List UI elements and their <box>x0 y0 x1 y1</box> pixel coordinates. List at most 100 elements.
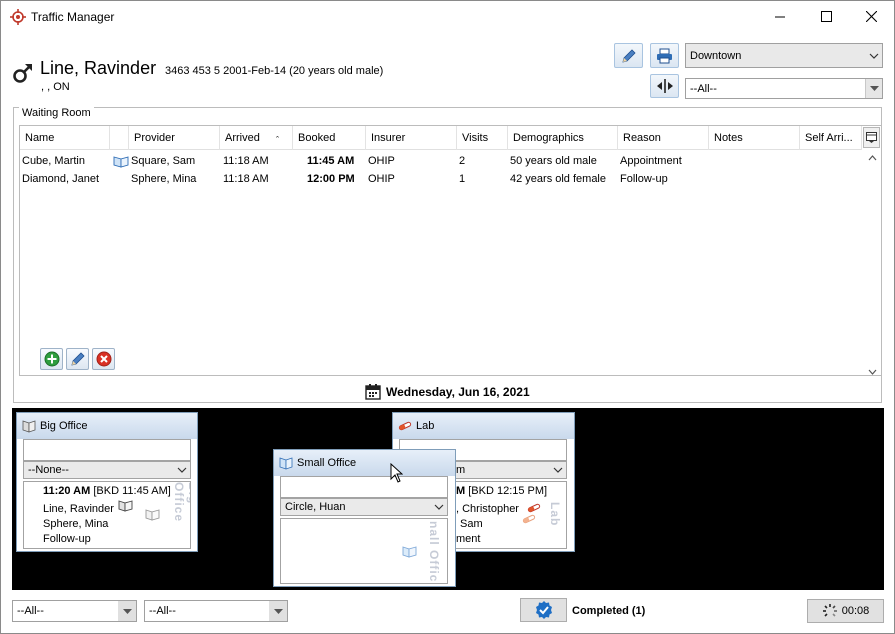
column-header-reason[interactable]: Reason <box>618 126 709 150</box>
check-badge-icon <box>535 601 552 619</box>
appointment-time: 11:20 AM <box>43 485 91 497</box>
room-provider-select[interactable]: Circle, Huan <box>280 498 448 516</box>
table-row[interactable]: Diamond, Janet Sphere, Mina 11:18 AM 12:… <box>20 170 862 188</box>
mouse-cursor-icon <box>390 463 403 483</box>
filter-select[interactable]: --All-- <box>685 78 883 99</box>
room-vertical-label: Lab <box>548 502 562 527</box>
chevron-down-icon <box>434 504 444 510</box>
date-display[interactable]: Wednesday, Jun 16, 2021 <box>365 384 530 400</box>
column-header-arrived[interactable]: Arrived ˆ <box>220 126 293 150</box>
dropdown-arrow-icon <box>118 601 136 621</box>
column-header-booked[interactable]: Booked <box>293 126 366 150</box>
scroll-down-icon[interactable] <box>868 369 877 375</box>
column-header-icon[interactable] <box>110 126 129 150</box>
vertical-scrollbar[interactable] <box>864 150 881 375</box>
waiting-room-grid: Name Provider Arrived ˆ Booked Insurer V… <box>19 125 882 376</box>
appointment-patient[interactable]: , Christopher <box>456 503 519 515</box>
traffic-manager-window: Traffic Manager Line, Ravinder 3463 453 … <box>0 0 895 634</box>
patient-name: Line, Ravinder <box>40 58 157 78</box>
open-book-icon <box>118 500 133 512</box>
room-big-office[interactable]: Big Office --None-- 11:20 AM [BKD 11:45 … <box>16 412 198 552</box>
chevron-down-icon <box>177 467 187 473</box>
filter-select-value: --All-- <box>690 82 717 95</box>
cell-demographics: 42 years old female <box>510 173 606 185</box>
column-header-name[interactable]: Name <box>20 126 110 150</box>
open-book-icon <box>279 457 293 470</box>
appointment-reason: ment <box>456 533 481 545</box>
male-symbol-icon <box>13 64 32 83</box>
cell-notes <box>709 170 711 188</box>
cell-notes <box>709 152 711 170</box>
footer-filter-1[interactable]: --All-- <box>12 600 137 622</box>
room-vertical-label: nall Offic <box>427 521 441 583</box>
cell-visits: 1 <box>459 173 466 185</box>
cell-self-arrived <box>800 152 802 170</box>
timer-button[interactable]: 00:08 <box>807 599 884 623</box>
column-header-insurer[interactable]: Insurer <box>366 126 457 150</box>
column-header-visits[interactable]: Visits <box>457 126 508 150</box>
room-search-input[interactable] <box>280 476 448 498</box>
chevron-down-icon <box>553 467 563 473</box>
open-book-faded-icon <box>402 546 417 558</box>
close-button[interactable] <box>848 1 894 32</box>
appointment-patient[interactable]: Line, Ravinder <box>43 503 114 515</box>
cell-arrived: 11:18 AM <box>223 173 269 185</box>
cell-self-arrived <box>800 170 802 188</box>
column-header-demographics[interactable]: Demographics <box>508 126 618 150</box>
column-header-provider[interactable]: Provider <box>129 126 220 150</box>
lab-tube-icon <box>398 421 412 431</box>
chevron-down-icon <box>865 44 882 67</box>
room-provider-select[interactable]: --None-- <box>23 461 191 479</box>
location-select-value: Downtown <box>690 49 742 62</box>
footer-filter-2-value: --All-- <box>149 605 176 617</box>
add-button[interactable] <box>40 348 63 370</box>
room-title: Big Office <box>40 420 88 432</box>
cell-reason: Follow-up <box>620 173 668 185</box>
pencil-icon <box>621 48 636 63</box>
appointment-reason: Follow-up <box>43 533 91 545</box>
appointment-time-line[interactable]: 11:20 AM [BKD 11:45 AM] <box>43 485 171 497</box>
print-button[interactable] <box>650 43 679 68</box>
completed-button[interactable] <box>520 598 567 622</box>
edit-button[interactable] <box>66 348 89 370</box>
room-small-office[interactable]: Small Office Circle, Huan nall Offic <box>273 449 456 587</box>
room-header[interactable]: Big Office <box>17 413 197 439</box>
footer-filter-2[interactable]: --All-- <box>144 600 288 622</box>
column-chooser-icon <box>866 132 877 143</box>
footer-filter-1-value: --All-- <box>17 605 44 617</box>
waiting-room-title: Waiting Room <box>19 107 94 119</box>
location-select[interactable]: Downtown <box>685 43 883 68</box>
scroll-up-icon[interactable] <box>868 155 877 161</box>
cell-name: Cube, Martin <box>22 155 85 167</box>
table-row[interactable]: Cube, Martin Square, Sam 11:18 AM 11:45 … <box>20 152 862 170</box>
cell-insurer: OHIP <box>368 173 395 185</box>
room-provider-value: Circle, Huan <box>285 501 346 513</box>
patient-address: , , ON <box>41 81 70 93</box>
room-appointment-list: 11:20 AM [BKD 11:45 AM] Line, Ravinder S… <box>23 481 191 549</box>
spinner-icon <box>822 604 837 617</box>
delete-circle-icon <box>96 351 111 367</box>
plus-circle-icon <box>44 351 59 367</box>
room-header[interactable]: Lab <box>393 413 574 439</box>
delete-button[interactable] <box>92 348 115 370</box>
room-search-input[interactable] <box>23 439 191 461</box>
completed-label: Completed (1) <box>572 605 646 617</box>
minimize-button[interactable] <box>757 1 803 32</box>
maximize-button[interactable] <box>803 1 849 32</box>
appointment-time-line[interactable]: M [BKD 12:15 PM] <box>456 485 547 497</box>
arrived-header-label: Arrived <box>225 132 260 144</box>
sort-indicator: ˆ <box>276 135 279 145</box>
room-appointment-list: nall Offic <box>280 518 448 584</box>
room-title: Lab <box>416 420 435 432</box>
split-button[interactable] <box>650 74 679 98</box>
edit-patient-button[interactable] <box>614 43 643 68</box>
room-header[interactable]: Small Office <box>274 450 455 476</box>
split-arrows-icon <box>656 79 673 93</box>
grid-header: Name Provider Arrived ˆ Booked Insurer V… <box>20 126 862 150</box>
column-header-self-arrived[interactable]: Self Arri... <box>800 126 862 150</box>
cell-visits: 2 <box>459 155 466 167</box>
close-icon <box>865 11 877 22</box>
column-chooser-button[interactable] <box>863 127 880 148</box>
column-header-notes[interactable]: Notes <box>709 126 800 150</box>
cell-provider: Square, Sam <box>131 155 196 167</box>
